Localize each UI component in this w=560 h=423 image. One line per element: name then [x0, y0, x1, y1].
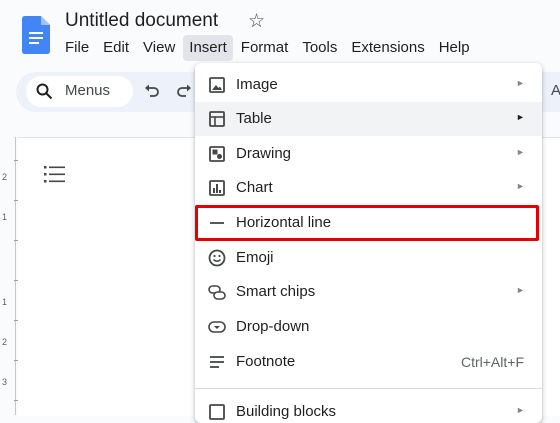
menu-item-building-blocks[interactable]: Building blocks ► [195, 395, 542, 423]
ruler-number: 1 [2, 297, 8, 307]
search-menus-label: Menus [65, 82, 111, 99]
toolbar-partial-label[interactable]: A [551, 82, 560, 99]
chart-icon [209, 180, 225, 196]
menu-format[interactable]: Format [235, 35, 295, 61]
star-icon[interactable]: ☆ [248, 10, 265, 33]
drawing-icon [209, 146, 225, 162]
menu-item-footnote[interactable]: Footnote Ctrl+Alt+F [195, 345, 542, 379]
ruler-number: 1 [2, 212, 8, 222]
docs-logo-icon[interactable] [22, 16, 50, 54]
search-icon [36, 83, 53, 100]
undo-icon[interactable] [144, 82, 160, 98]
menu-item-label: Table [236, 110, 272, 127]
menu-view[interactable]: View [137, 35, 181, 61]
menu-item-table[interactable]: Table ► [195, 102, 542, 136]
document-outline-icon[interactable] [44, 166, 65, 183]
dropdown-icon [208, 321, 226, 333]
submenu-arrow-icon: ► [516, 181, 525, 191]
document-title[interactable]: Untitled document [65, 10, 218, 32]
menu-item-chart[interactable]: Chart ► [195, 171, 542, 205]
menu-edit[interactable]: Edit [97, 35, 135, 61]
ruler-number: 2 [2, 172, 8, 182]
emoji-icon [208, 249, 226, 267]
menu-item-smart-chips[interactable]: Smart chips ► [195, 275, 542, 309]
shortcut-label: Ctrl+Alt+F [460, 354, 524, 370]
search-menus-button[interactable]: Menus [26, 76, 133, 107]
menu-help[interactable]: Help [433, 35, 476, 61]
menu-item-label: Footnote [236, 353, 296, 370]
menu-tools[interactable]: Tools [296, 35, 343, 61]
menu-item-label: Drop-down [236, 318, 310, 335]
highlight-box [195, 205, 539, 241]
insert-menu: Image ► Table ► Drawing ► Chart ► Horizo… [195, 63, 542, 423]
menu-item-label: Emoji [236, 249, 274, 266]
redo-icon[interactable] [176, 82, 192, 98]
menu-divider [195, 388, 542, 389]
menu-item-image[interactable]: Image ► [195, 68, 542, 102]
ruler-number: 2 [2, 337, 8, 347]
menu-item-label: Drawing [236, 145, 292, 162]
menu-insert[interactable]: Insert [183, 35, 233, 61]
menu-item-label: Smart chips [236, 283, 316, 300]
table-icon [209, 111, 225, 127]
menu-item-label: Chart [236, 179, 273, 196]
smart-chips-icon [208, 285, 226, 300]
menu-item-label: Building blocks [236, 403, 337, 420]
menu-extensions[interactable]: Extensions [345, 35, 430, 61]
menu-item-drop-down[interactable]: Drop-down [195, 310, 542, 344]
footnote-icon [210, 356, 224, 368]
ruler-number: 3 [2, 377, 8, 387]
image-icon [209, 77, 225, 93]
submenu-arrow-icon: ► [516, 78, 525, 88]
submenu-arrow-icon: ► [516, 285, 525, 295]
menu-item-drawing[interactable]: Drawing ► [195, 137, 542, 171]
submenu-arrow-icon: ► [516, 405, 525, 415]
submenu-arrow-icon: ► [516, 112, 525, 122]
building-blocks-icon [209, 404, 225, 420]
submenu-arrow-icon: ► [516, 147, 525, 157]
menu-item-emoji[interactable]: Emoji [195, 241, 542, 275]
title-bar: Untitled document ☆ File Edit View Inser… [0, 0, 560, 70]
menu-item-label: Image [236, 76, 278, 93]
menu-file[interactable]: File [59, 35, 95, 61]
menu-bar: File Edit View Insert Format Tools Exten… [59, 35, 478, 61]
